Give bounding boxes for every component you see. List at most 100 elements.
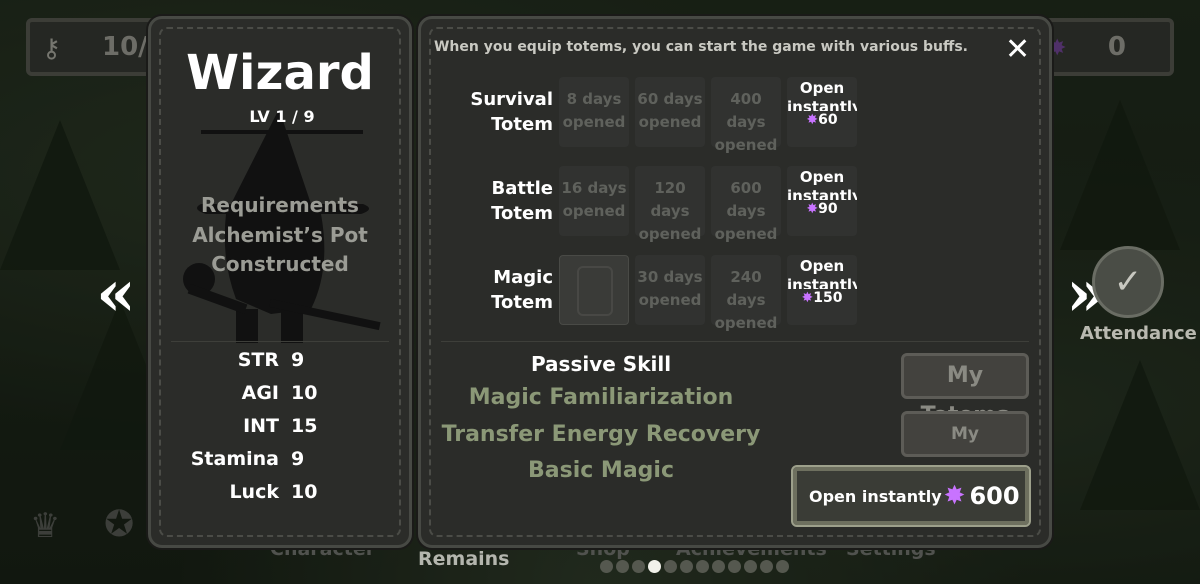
totem-slot[interactable]: 240 days opened (711, 255, 781, 332)
totem-label-line: Battle (491, 178, 553, 199)
slot-line: opened (714, 314, 778, 332)
gem-icon: ✸ (806, 201, 819, 217)
totem-slot[interactable]: 400 days opened (711, 77, 781, 154)
open-instantly-slot[interactable]: Open instantly ✸90 (787, 166, 857, 236)
requirements-title: Requirements (201, 193, 359, 217)
page-dot[interactable] (696, 560, 709, 573)
stat-value: 10 (291, 481, 318, 503)
close-icon[interactable]: ✕ (1005, 35, 1030, 65)
gem-icon: ✸ (806, 112, 819, 128)
open-slot-price: ✸90 (787, 200, 857, 219)
totem-slot[interactable]: 120 days opened (635, 166, 705, 243)
totem-label-line: Totem (491, 292, 553, 313)
totem-slot[interactable]: 60 days opened (635, 77, 705, 147)
page-dot[interactable] (744, 560, 757, 573)
stat-name: Luck (229, 481, 279, 503)
totem-label-line: Totem (491, 114, 553, 135)
open-slot-line: instantly (787, 187, 857, 200)
open-slot-line: instantly (787, 276, 857, 289)
gem-icon: ✸ (943, 481, 966, 511)
open-instantly-slot[interactable]: Open instantly ✸150 (787, 255, 857, 325)
divider (171, 341, 389, 342)
totem-slot[interactable]: 8 days opened (559, 77, 629, 147)
page-dot[interactable] (616, 560, 629, 573)
page-dot[interactable] (664, 560, 677, 573)
slot-line: 60 days (637, 90, 703, 108)
passive-skill-item: Transfer Energy Recovery (441, 422, 761, 447)
my-blueprints-button[interactable]: My Blueprints (901, 411, 1029, 484)
page-dot[interactable] (712, 560, 725, 573)
divider (441, 341, 1029, 342)
stat-name: Stamina (190, 448, 279, 470)
gem-icon: ✸ (801, 290, 814, 306)
totem-label-line: Totem (491, 203, 553, 224)
page-dot[interactable] (632, 560, 645, 573)
slot-line: 600 days (726, 179, 766, 220)
slot-line: opened (638, 291, 702, 309)
character-level: LV 1 / 9 (201, 107, 363, 134)
slot-line: 30 days (637, 268, 703, 286)
totem-figure-icon (577, 266, 613, 316)
stat-value: 10 (291, 382, 318, 404)
slot-line: 16 days (561, 179, 627, 197)
slot-line: 240 days (726, 268, 766, 309)
open-slot-line: Open (799, 257, 845, 275)
open-slot-line: instantly (787, 98, 857, 111)
stat-value: 15 (291, 415, 318, 437)
requirement-line: Constructed (211, 252, 349, 276)
price-value: 60 (818, 112, 838, 128)
open-slot-price: ✸60 (787, 111, 857, 130)
page-dot[interactable] (648, 560, 661, 573)
my-totems-button[interactable]: My Totems (901, 353, 1029, 428)
totem-slot[interactable]: 16 days opened (559, 166, 629, 236)
slot-line: opened (638, 113, 702, 131)
slot-line: opened (714, 225, 778, 243)
totem-row-label: Battle Totem (461, 176, 553, 226)
stat-name: STR (237, 349, 279, 371)
slot-line: opened (562, 113, 626, 131)
slot-line: opened (714, 136, 778, 154)
stat-value: 9 (291, 448, 305, 470)
stat-name: INT (243, 415, 279, 437)
page-dot[interactable] (680, 560, 693, 573)
open-slot-line: Open (799, 168, 845, 186)
open-slot-price: ✸150 (787, 289, 857, 308)
totem-info-text: When you equip totems, you can start the… (433, 39, 968, 55)
open-instantly-price: 600 (969, 482, 1020, 510)
stat-name: AGI (241, 382, 279, 404)
prev-character-arrow-icon[interactable]: « (96, 262, 136, 326)
open-instantly-slot[interactable]: Open instantly ✸60 (787, 77, 857, 147)
requirement-line: Alchemist’s Pot (192, 223, 368, 247)
passive-skill-item: Magic Familiarization (468, 385, 734, 410)
totem-slot[interactable]: 30 days opened (635, 255, 705, 325)
open-slot-line: Open (799, 79, 845, 97)
slot-line: opened (562, 202, 626, 220)
page-dot[interactable] (760, 560, 773, 573)
totem-panel: When you equip totems, you can start the… (418, 16, 1052, 548)
attendance-icon[interactable]: ✓ (1092, 246, 1164, 318)
slot-line: 8 days (566, 90, 622, 108)
page-dot[interactable] (728, 560, 741, 573)
totem-row-label: Magic Totem (461, 265, 553, 315)
totem-slot[interactable]: 600 days opened (711, 166, 781, 243)
open-instantly-button[interactable]: Open instantly ✸ 600 (791, 465, 1031, 527)
page-dot[interactable] (776, 560, 789, 573)
tab-remains[interactable]: Remains (418, 548, 509, 570)
character-name: Wizard (186, 45, 374, 101)
stat-value: 9 (291, 349, 305, 371)
passive-skill-title: Passive Skill (530, 352, 672, 376)
totem-slot[interactable] (559, 255, 629, 325)
attendance-label[interactable]: Attendance (1080, 323, 1197, 344)
open-instantly-label: Open instantly (809, 486, 942, 506)
slot-line: opened (638, 225, 702, 243)
totem-label-line: Magic (493, 267, 553, 288)
slot-line: 120 days (650, 179, 690, 220)
page-indicator (600, 560, 789, 573)
totem-row-label: Survival Totem (461, 87, 553, 137)
totem-label-line: Survival (470, 89, 553, 110)
passive-skill-item: Basic Magic (527, 458, 675, 483)
page-dot[interactable] (600, 560, 613, 573)
price-value: 90 (818, 201, 838, 217)
price-value: 150 (813, 290, 843, 306)
character-panel: Wizard LV 1 / 9 Requirements Alchemist’s… (148, 16, 412, 548)
